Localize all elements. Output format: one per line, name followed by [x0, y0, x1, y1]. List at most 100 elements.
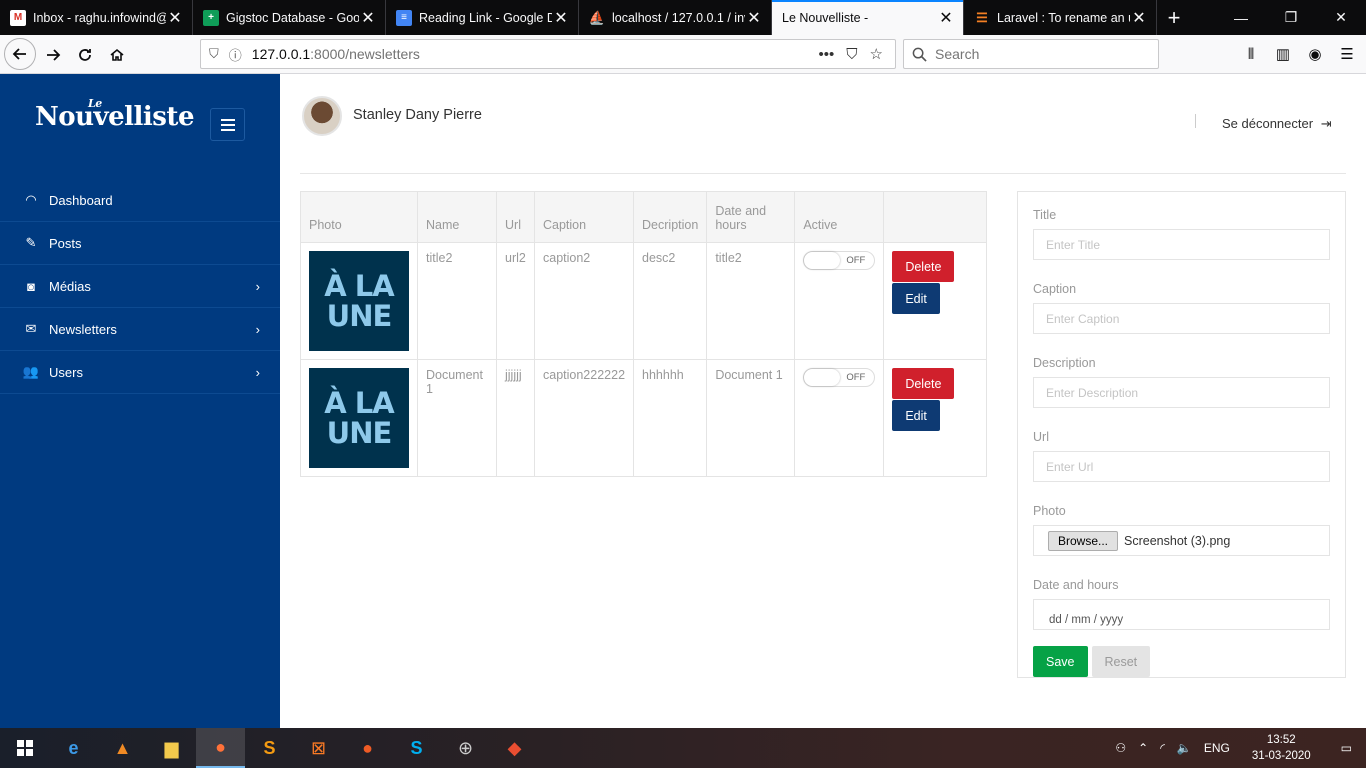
sidebar-item-label: Newsletters: [49, 321, 117, 337]
tab-phpmyadmin[interactable]: ⛵ localhost / 127.0.0.1 / inv ✕: [579, 0, 772, 35]
url-bar[interactable]: ⛉ ⓘ 127.0.0.1:8000/newsletters ••• ⛉ ☆: [200, 39, 896, 69]
sidebar-toggle-button[interactable]: [210, 108, 245, 141]
url-text[interactable]: 127.0.0.1:8000/newsletters: [252, 46, 819, 62]
tab-docs[interactable]: ≡ Reading Link - Google Do ✕: [386, 0, 579, 35]
vlc-icon[interactable]: ▲: [98, 728, 147, 768]
cell-name: title2: [417, 242, 497, 360]
delete-button[interactable]: Delete: [892, 368, 955, 399]
logout-link[interactable]: Se déconnecter ⇥: [1222, 116, 1332, 132]
library-icon[interactable]: ⫴: [1240, 40, 1262, 68]
date-input[interactable]: dd / mm / yyyy: [1033, 599, 1330, 630]
close-icon[interactable]: ✕: [1130, 8, 1148, 28]
notifications-icon[interactable]: ▭: [1327, 741, 1366, 755]
close-icon[interactable]: ✕: [359, 8, 377, 28]
new-tab-button[interactable]: +: [1157, 0, 1191, 35]
edit-button[interactable]: Edit: [892, 400, 940, 431]
sidebar-item-medias[interactable]: ◙ Médias ›: [0, 265, 280, 308]
sublime-icon[interactable]: S: [245, 728, 294, 768]
tab-nouvelliste[interactable]: Le Nouvelliste - ✕: [772, 0, 964, 35]
file-name: Screenshot (3).png: [1124, 533, 1231, 548]
delete-button[interactable]: Delete: [892, 251, 955, 282]
account-icon[interactable]: ◉: [1304, 40, 1326, 68]
chevron-up-icon[interactable]: ⌃: [1132, 741, 1154, 755]
shield-icon[interactable]: ⛉: [209, 46, 219, 62]
search-input[interactable]: [935, 46, 1135, 62]
edit-button[interactable]: Edit: [892, 283, 940, 314]
sidebar-item-dashboard[interactable]: ◠ Dashboard: [0, 179, 280, 222]
close-icon[interactable]: ✕: [166, 8, 184, 28]
title-input[interactable]: [1046, 237, 1329, 252]
close-icon[interactable]: ✕: [552, 8, 570, 28]
forward-button[interactable]: [38, 40, 68, 70]
info-icon[interactable]: ⓘ: [229, 45, 242, 64]
menu-icon[interactable]: ☰: [1336, 40, 1358, 68]
description-field[interactable]: [1033, 377, 1330, 408]
thumb-text: UNE: [326, 299, 393, 333]
title-label: Title: [1033, 208, 1057, 222]
start-button[interactable]: [0, 728, 49, 768]
file-explorer-icon[interactable]: ▆: [147, 728, 196, 768]
browser-nav-bar: ⛉ ⓘ 127.0.0.1:8000/newsletters ••• ⛉ ☆ ⫴…: [0, 35, 1366, 74]
bookmark-star-icon[interactable]: ☆: [870, 45, 883, 63]
cell-actions: Delete Edit: [883, 359, 987, 477]
active-toggle[interactable]: OFF: [803, 368, 876, 387]
caption-field[interactable]: [1033, 303, 1330, 334]
description-input[interactable]: [1046, 385, 1329, 400]
sidebar-item-posts[interactable]: ✎ Posts: [0, 222, 280, 265]
skype-icon[interactable]: S: [392, 728, 441, 768]
reset-button[interactable]: Reset: [1091, 646, 1151, 677]
page-actions-icon[interactable]: •••: [819, 46, 835, 63]
avatar[interactable]: [302, 96, 342, 136]
tab-gmail[interactable]: M Inbox - raghu.infowind@ ✕: [0, 0, 193, 35]
clock[interactable]: 13:52 31-03-2020: [1236, 732, 1327, 764]
back-button[interactable]: [4, 38, 36, 70]
close-window-button[interactable]: ✕: [1316, 0, 1366, 35]
cell-caption: caption222222: [533, 359, 635, 477]
reload-icon: [79, 49, 91, 61]
caption-input[interactable]: [1046, 311, 1329, 326]
url-input[interactable]: [1046, 459, 1329, 474]
close-icon[interactable]: ✕: [937, 8, 955, 28]
stackoverflow-icon: ☰: [976, 9, 988, 25]
col-actions: [883, 191, 987, 243]
toolbar-icons: ⫴ ▥ ◉ ☰: [1240, 40, 1358, 68]
toggle-knob: [804, 252, 841, 269]
git-icon[interactable]: ◆: [490, 728, 539, 768]
photo-file-field: Browse... Screenshot (3).png: [1033, 525, 1330, 556]
pocket-icon[interactable]: ⛉: [846, 46, 857, 63]
xampp-icon[interactable]: ⊠: [294, 728, 343, 768]
chevron-right-icon: ›: [255, 278, 260, 294]
toggle-label: OFF: [846, 255, 866, 266]
cell-date: title2: [706, 242, 796, 360]
people-icon[interactable]: ⚇: [1109, 741, 1132, 755]
language-indicator[interactable]: ENG: [1198, 741, 1236, 755]
firefox-icon[interactable]: ●: [196, 728, 245, 768]
title-field[interactable]: [1033, 229, 1330, 260]
sidebar-toggle-icon[interactable]: ▥: [1272, 40, 1294, 68]
browse-button[interactable]: Browse...: [1048, 530, 1119, 551]
cell-photo: À LA UNE: [300, 242, 418, 360]
url-field[interactable]: [1033, 451, 1330, 482]
save-button[interactable]: Save: [1033, 646, 1088, 677]
close-icon[interactable]: ✕: [745, 8, 763, 28]
app-icon[interactable]: ⊕: [441, 728, 490, 768]
volume-icon[interactable]: 🔈: [1171, 741, 1198, 755]
tab-title: localhost / 127.0.0.1 / inv: [612, 10, 745, 25]
sidebar-item-newsletters[interactable]: ✉ Newsletters ›: [0, 308, 280, 351]
cell-name: Document 1: [417, 359, 497, 477]
col-description: Decription: [633, 191, 708, 243]
tab-stackoverflow[interactable]: ☰ Laravel : To rename an up ✕: [964, 0, 1157, 35]
logo[interactable]: Le Nouvelliste: [35, 98, 194, 132]
home-button[interactable]: [102, 40, 132, 70]
minimize-button[interactable]: —: [1216, 0, 1266, 35]
logo-text: Nouvelliste: [35, 102, 194, 132]
wifi-icon[interactable]: ◜: [1154, 741, 1171, 755]
tab-sheets[interactable]: + Gigstoc Database - Goog ✕: [193, 0, 386, 35]
postman-icon[interactable]: ●: [343, 728, 392, 768]
restore-button[interactable]: ❐: [1266, 0, 1316, 35]
edge-icon[interactable]: e: [49, 728, 98, 768]
reload-button[interactable]: [70, 40, 100, 70]
sidebar-item-users[interactable]: 👥 Users ›: [0, 351, 280, 394]
active-toggle[interactable]: OFF: [803, 251, 876, 270]
search-bar[interactable]: [903, 39, 1159, 69]
